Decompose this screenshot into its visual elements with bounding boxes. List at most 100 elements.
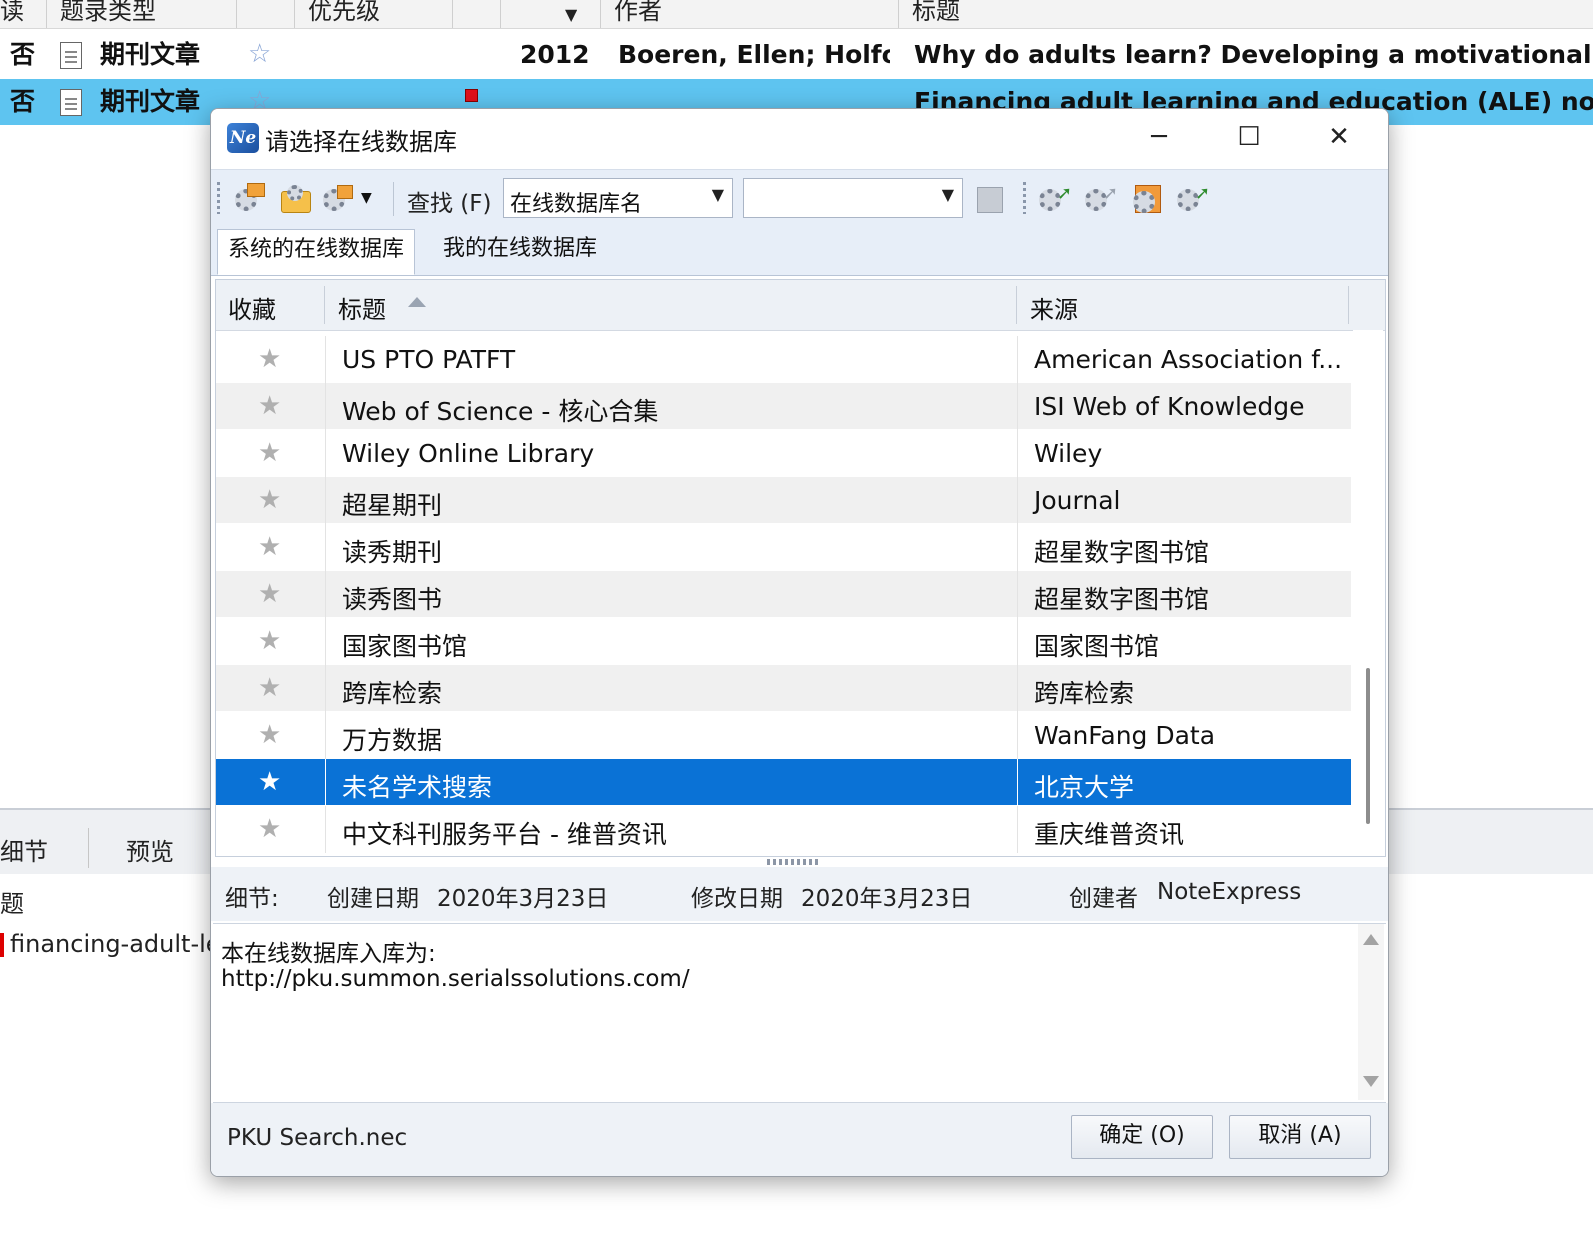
database-tabs: 系统的在线数据库 我的在线数据库: [211, 227, 1388, 276]
details-bar: 细节: 创建日期 2020年3月23日 修改日期 2020年3月23日 创建者 …: [211, 867, 1388, 921]
star-icon[interactable]: ★: [258, 626, 281, 656]
created-date: 2020年3月23日: [437, 886, 609, 912]
description-scrollbar[interactable]: [1358, 924, 1384, 1100]
description-line: 本在线数据库入库为:: [221, 941, 436, 967]
year: 2012: [520, 40, 590, 69]
list-item[interactable]: ★ 跨库检索 跨库检索: [216, 665, 1351, 712]
list-item[interactable]: ★ Wiley Online Library Wiley: [216, 430, 1351, 477]
read-status: 否: [10, 40, 36, 69]
col-source[interactable]: 来源: [1030, 290, 1078, 325]
scroll-down-icon[interactable]: [1363, 1076, 1379, 1087]
add-database-icon[interactable]: [233, 183, 265, 213]
read-status: 否: [10, 87, 36, 116]
tab-system-databases[interactable]: 系统的在线数据库: [217, 229, 416, 275]
scrollbar-thumb[interactable]: [1366, 668, 1370, 824]
creator-value: NoteExpress: [1157, 879, 1302, 905]
list-item[interactable]: ★ 国家图书馆 国家图书馆: [216, 618, 1351, 665]
col-read[interactable]: 读: [0, 0, 24, 28]
list-scrollbar[interactable]: [1353, 330, 1383, 856]
modified-label: 修改日期: [691, 886, 783, 912]
description-box[interactable]: 本在线数据库入库为: http://pku.summon.serialssolu…: [213, 923, 1386, 1103]
list-item[interactable]: ★ 读秀图书 超星数字图书馆: [216, 571, 1351, 618]
find-label: 查找 (F): [407, 191, 492, 217]
star-icon[interactable]: ☆: [248, 39, 271, 69]
dialog-titlebar[interactable]: Ne 请选择在线数据库 ─ ☐ ✕: [211, 109, 1388, 167]
dropdown-arrow-icon[interactable]: ▼: [361, 190, 393, 220]
toolbar: ▼ 查找 (F) 在线数据库名 ▼ ▼ ➚ ➚ ➚: [211, 169, 1388, 228]
star-icon[interactable]: ★: [258, 673, 281, 703]
title: Why do adults learn? Developing a motiva…: [914, 40, 1593, 69]
database-settings-icon[interactable]: [323, 183, 355, 213]
database-rows: ★ US PTO PATFT American Association f... ★…: [216, 336, 1351, 853]
pdf-marker-icon: [0, 933, 4, 957]
document-icon: [60, 42, 82, 69]
toolbar-grip[interactable]: [1023, 182, 1026, 214]
star-icon[interactable]: ★: [258, 767, 281, 797]
modified-date: 2020年3月23日: [801, 886, 973, 912]
col-title[interactable]: 标题: [912, 0, 960, 28]
dialog-footer: PKU Search.nec 确定 (O) 取消 (A): [211, 1103, 1388, 1176]
background-list-header: 读 题录类型 优先级 ▼ 作者 标题: [0, 0, 1593, 29]
open-folder-icon[interactable]: [279, 183, 311, 213]
edit-database-icon[interactable]: [1131, 183, 1163, 213]
details-label: 细节:: [225, 886, 279, 912]
toolbar-grip[interactable]: [217, 182, 220, 214]
star-icon[interactable]: ★: [258, 391, 281, 421]
search-field-select[interactable]: 在线数据库名 ▼: [503, 178, 733, 218]
scroll-up-icon[interactable]: [1363, 934, 1379, 945]
record-type: 期刊文章: [100, 87, 201, 116]
export-icon[interactable]: ➚: [1085, 183, 1118, 213]
star-icon[interactable]: ★: [258, 532, 281, 562]
minimize-button[interactable]: ─: [1129, 117, 1189, 157]
tab-preview[interactable]: 预览: [126, 832, 174, 867]
search-go-icon[interactable]: [975, 183, 1007, 213]
list-item[interactable]: ★ Web of Science - 核心合集 ISI Web of Knowled…: [216, 383, 1351, 430]
col-title[interactable]: 标题: [338, 290, 386, 325]
import-icon[interactable]: ➚: [1039, 183, 1072, 213]
star-icon[interactable]: ★: [258, 720, 281, 750]
select-online-database-dialog: Ne 请选择在线数据库 ─ ☐ ✕ ▼ 查找 (F) 在线数据库名 ▼ ▼ ➚ …: [210, 108, 1389, 1177]
star-icon[interactable]: ★: [258, 344, 281, 374]
star-icon[interactable]: ★: [258, 485, 281, 515]
list-header: 收藏 标题 来源: [216, 280, 1385, 331]
chevron-down-icon[interactable]: ▼: [712, 185, 724, 204]
selected-file-name: PKU Search.nec: [227, 1125, 408, 1151]
sort-ascending-icon: [408, 297, 426, 307]
list-item[interactable]: ★ 中文科刊服务平台 - 维普资讯 重庆维普资讯: [216, 806, 1351, 853]
creator-label: 创建者: [1069, 886, 1138, 912]
close-button[interactable]: ✕: [1309, 117, 1369, 157]
tab-my-databases[interactable]: 我的在线数据库: [433, 229, 607, 273]
priority-flag-icon: [465, 89, 478, 102]
panel-splitter[interactable]: [767, 859, 821, 865]
attachment-item[interactable]: financing-adult-le: [0, 930, 221, 958]
update-icon[interactable]: ➚: [1177, 183, 1210, 213]
tab-details[interactable]: 细节: [0, 832, 48, 867]
attachment-name: financing-adult-le: [10, 930, 221, 958]
list-item-selected[interactable]: ★ 未名学术搜索 北京大学: [216, 759, 1351, 806]
cancel-button[interactable]: 取消 (A): [1229, 1115, 1371, 1159]
col-priority[interactable]: 优先级: [308, 0, 380, 28]
list-item[interactable]: ★ 万方数据 WanFang Data: [216, 712, 1351, 759]
list-item[interactable]: ★ 超星期刊 Journal: [216, 477, 1351, 524]
sort-down-icon[interactable]: ▼: [565, 4, 577, 32]
list-item[interactable]: ★ 读秀期刊 超星数字图书馆: [216, 524, 1351, 571]
col-type[interactable]: 题录类型: [60, 0, 156, 28]
noteexpress-app-icon: Ne: [227, 123, 259, 153]
document-icon: [60, 89, 82, 116]
maximize-button[interactable]: ☐: [1219, 117, 1279, 157]
col-author[interactable]: 作者: [614, 0, 662, 28]
record-type: 期刊文章: [100, 40, 201, 69]
database-list: 收藏 标题 来源 ★ US PTO PATFT American Associati…: [215, 279, 1386, 857]
description-url: http://pku.summon.serialssolutions.com/: [221, 966, 690, 992]
chevron-down-icon[interactable]: ▼: [942, 185, 954, 204]
field-label: 题: [0, 890, 24, 918]
col-favorite[interactable]: 收藏: [228, 290, 276, 325]
table-row[interactable]: 否 期刊文章 ☆ 2012 Boeren, Ellen; Holfor Why …: [0, 32, 1593, 78]
search-input[interactable]: ▼: [743, 178, 963, 218]
star-icon[interactable]: ★: [258, 814, 281, 844]
star-icon[interactable]: ★: [258, 579, 281, 609]
star-icon[interactable]: ★: [258, 438, 281, 468]
dialog-title: 请选择在线数据库: [265, 128, 457, 156]
ok-button[interactable]: 确定 (O): [1071, 1115, 1213, 1159]
list-item[interactable]: ★ US PTO PATFT American Association f...: [216, 336, 1351, 383]
